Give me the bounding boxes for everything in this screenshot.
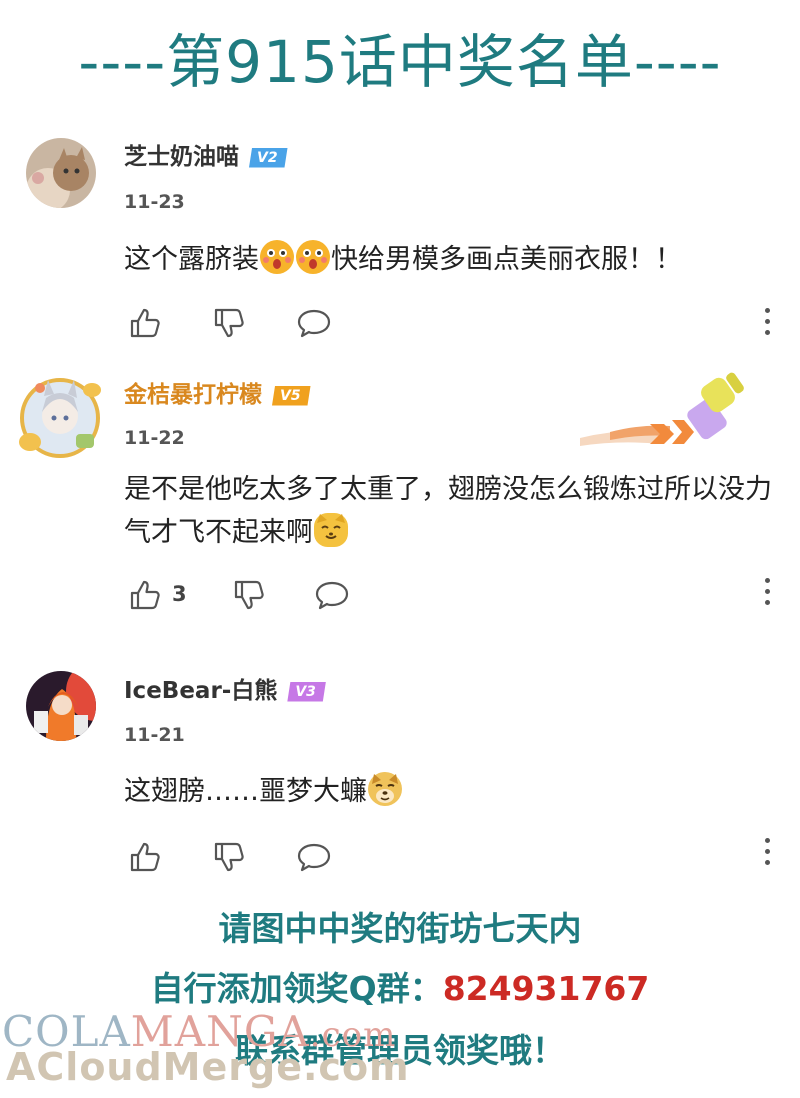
avatar[interactable] <box>26 138 96 208</box>
anime-avatar-with-frame <box>19 378 101 458</box>
thumbs-down-icon <box>214 842 244 872</box>
shocked-face-emoji <box>260 240 294 274</box>
shocked-face-emoji <box>296 240 330 274</box>
comment-date: 11-21 <box>124 724 185 746</box>
username[interactable]: IceBear-白熊 V3 <box>124 677 326 705</box>
comment-bubble-icon <box>297 843 331 872</box>
footer-instruction-2: 自行添加领奖Q群：824931767 <box>0 966 800 1012</box>
paintbrush-decoration <box>580 372 750 452</box>
more-options-button[interactable] <box>760 836 776 870</box>
thumbs-up-icon <box>130 308 160 338</box>
comment-text: 这个露脐装 快给男模多画点美丽衣服！！ <box>124 238 784 281</box>
thumbs-up-icon <box>130 842 160 872</box>
like-count: 3 <box>172 582 187 606</box>
level-badge: V2 <box>249 147 288 168</box>
footer-instruction-1: 请图中中奖的街坊七天内 <box>218 909 582 948</box>
anime-avatar-image <box>26 671 96 741</box>
qq-group-number: 824931767 <box>442 969 650 1008</box>
watermark-acloudmerge: ACloudMerge.com <box>6 1045 410 1089</box>
avatar[interactable] <box>26 671 96 741</box>
comment-date: 11-23 <box>124 191 185 213</box>
comment-text: 这翅膀……噩梦大蠊 <box>124 770 784 813</box>
thumbs-up-icon <box>130 580 160 610</box>
like-button[interactable] <box>128 840 162 878</box>
like-button[interactable] <box>128 306 162 344</box>
like-button[interactable] <box>128 578 162 616</box>
reply-button[interactable] <box>314 578 350 616</box>
comment-bubble-icon <box>297 309 331 338</box>
reply-button[interactable] <box>296 306 332 344</box>
username[interactable]: 金桔暴打柠檬 V5 <box>124 381 311 409</box>
comment-text: 是不是他吃太多了太重了，翅膀没怎么锻炼过所以没力气才飞不起来啊 <box>124 474 772 548</box>
level-badge: V5 <box>272 385 311 406</box>
username[interactable]: 芝士奶油喵 V2 <box>124 143 288 171</box>
page-title: ----第915话中奖名单---- <box>78 28 722 96</box>
dislike-button[interactable] <box>212 306 246 344</box>
dislike-button[interactable] <box>212 840 246 878</box>
cat-avatar-image <box>26 138 96 208</box>
qq-group-label: 自行添加领奖Q群： <box>150 969 443 1008</box>
thumbs-down-icon <box>234 580 264 610</box>
cat-face-emoji <box>314 513 348 547</box>
more-options-button[interactable] <box>760 576 776 610</box>
comment-bubble-icon <box>315 581 349 610</box>
dog-face-emoji <box>368 772 402 806</box>
level-badge: V3 <box>287 681 326 702</box>
reply-button[interactable] <box>296 840 332 878</box>
dislike-button[interactable] <box>232 578 266 616</box>
thumbs-down-icon <box>214 308 244 338</box>
comment-date: 11-22 <box>124 427 185 449</box>
more-options-button[interactable] <box>760 306 776 340</box>
avatar[interactable] <box>14 372 106 464</box>
